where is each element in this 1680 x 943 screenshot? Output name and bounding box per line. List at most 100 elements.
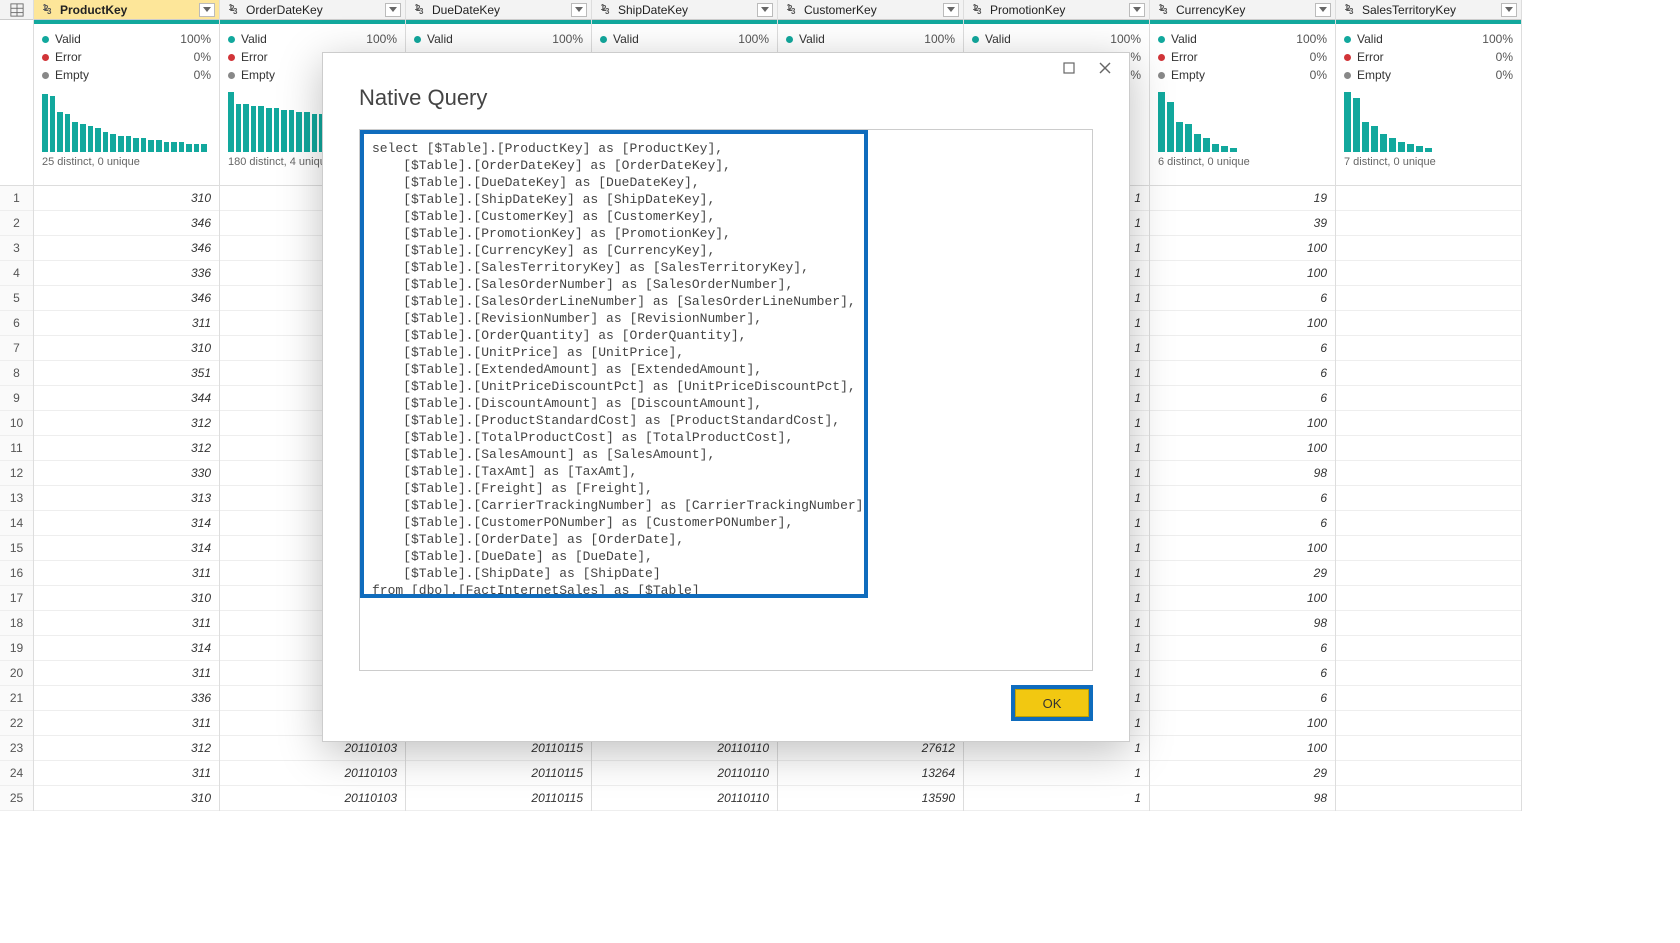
data-cell[interactable]: 20110110 (592, 761, 777, 786)
ok-button[interactable]: OK (1015, 689, 1089, 717)
close-button[interactable] (1091, 57, 1119, 79)
column-header[interactable]: 2CurrencyKey (1150, 0, 1335, 20)
filter-dropdown-button[interactable] (199, 3, 215, 17)
data-cell[interactable]: 351 (34, 361, 219, 386)
column-header[interactable]: 2ShipDateKey (592, 0, 777, 20)
data-cell[interactable]: 20110115 (406, 761, 591, 786)
data-cell[interactable]: 311 (34, 711, 219, 736)
data-cell[interactable]: 1 (964, 786, 1149, 811)
data-cell[interactable]: 313 (34, 486, 219, 511)
data-cell[interactable]: 98 (1150, 786, 1335, 811)
row-number[interactable]: 6 (0, 311, 33, 336)
data-cell[interactable] (1336, 236, 1521, 261)
data-cell[interactable] (1336, 761, 1521, 786)
row-number[interactable]: 3 (0, 236, 33, 261)
data-cell[interactable]: 6 (1150, 486, 1335, 511)
data-cell[interactable] (1336, 261, 1521, 286)
row-number[interactable]: 24 (0, 761, 33, 786)
data-cell[interactable]: 310 (34, 586, 219, 611)
data-cell[interactable]: 346 (34, 236, 219, 261)
maximize-button[interactable] (1055, 57, 1083, 79)
data-cell[interactable]: 336 (34, 686, 219, 711)
data-cell[interactable] (1336, 211, 1521, 236)
data-cell[interactable]: 310 (34, 786, 219, 811)
native-query-text[interactable]: select [$Table].[ProductKey] as [Product… (364, 134, 864, 594)
filter-dropdown-button[interactable] (757, 3, 773, 17)
data-cell[interactable] (1336, 686, 1521, 711)
data-cell[interactable]: 6 (1150, 511, 1335, 536)
data-cell[interactable]: 310 (34, 336, 219, 361)
row-number[interactable]: 20 (0, 661, 33, 686)
data-cell[interactable]: 6 (1150, 286, 1335, 311)
data-cell[interactable]: 20110103 (220, 761, 405, 786)
row-number[interactable]: 2 (0, 211, 33, 236)
data-cell[interactable] (1336, 786, 1521, 811)
data-cell[interactable]: 98 (1150, 611, 1335, 636)
data-cell[interactable] (1336, 536, 1521, 561)
data-cell[interactable]: 314 (34, 636, 219, 661)
data-cell[interactable]: 100 (1150, 736, 1335, 761)
data-cell[interactable]: 311 (34, 761, 219, 786)
row-number[interactable]: 4 (0, 261, 33, 286)
row-number[interactable]: 8 (0, 361, 33, 386)
data-cell[interactable] (1336, 736, 1521, 761)
data-cell[interactable] (1336, 561, 1521, 586)
data-cell[interactable]: 100 (1150, 436, 1335, 461)
row-number[interactable]: 25 (0, 786, 33, 811)
filter-dropdown-button[interactable] (1501, 3, 1517, 17)
data-cell[interactable]: 20110115 (406, 786, 591, 811)
data-cell[interactable]: 6 (1150, 686, 1335, 711)
data-cell[interactable]: 6 (1150, 386, 1335, 411)
data-cell[interactable]: 6 (1150, 336, 1335, 361)
data-cell[interactable]: 311 (34, 611, 219, 636)
data-cell[interactable]: 314 (34, 536, 219, 561)
data-cell[interactable] (1336, 511, 1521, 536)
column-header[interactable]: 2PromotionKey (964, 0, 1149, 20)
data-cell[interactable]: 39 (1150, 211, 1335, 236)
filter-dropdown-button[interactable] (385, 3, 401, 17)
data-cell[interactable]: 330 (34, 461, 219, 486)
data-cell[interactable]: 344 (34, 386, 219, 411)
column-header[interactable]: 2ProductKey (34, 0, 219, 20)
column-header[interactable]: 2OrderDateKey (220, 0, 405, 20)
row-number[interactable]: 15 (0, 536, 33, 561)
row-number[interactable]: 11 (0, 436, 33, 461)
data-cell[interactable]: 314 (34, 511, 219, 536)
data-cell[interactable] (1336, 486, 1521, 511)
data-cell[interactable] (1336, 386, 1521, 411)
data-cell[interactable] (1336, 436, 1521, 461)
data-cell[interactable] (1336, 336, 1521, 361)
row-number[interactable]: 14 (0, 511, 33, 536)
column-header[interactable]: 2CustomerKey (778, 0, 963, 20)
data-cell[interactable] (1336, 411, 1521, 436)
data-cell[interactable]: 1 (964, 761, 1149, 786)
data-cell[interactable]: 20110110 (592, 786, 777, 811)
data-cell[interactable]: 20110103 (220, 786, 405, 811)
row-number[interactable]: 13 (0, 486, 33, 511)
data-cell[interactable]: 311 (34, 661, 219, 686)
data-cell[interactable]: 311 (34, 561, 219, 586)
row-number[interactable]: 16 (0, 561, 33, 586)
data-cell[interactable]: 19 (1150, 186, 1335, 211)
data-cell[interactable] (1336, 711, 1521, 736)
data-cell[interactable] (1336, 586, 1521, 611)
data-cell[interactable]: 311 (34, 311, 219, 336)
data-cell[interactable] (1336, 186, 1521, 211)
row-number[interactable]: 18 (0, 611, 33, 636)
table-icon-cell[interactable] (0, 0, 33, 20)
data-cell[interactable] (1336, 361, 1521, 386)
data-cell[interactable]: 100 (1150, 236, 1335, 261)
data-cell[interactable] (1336, 286, 1521, 311)
row-number[interactable]: 7 (0, 336, 33, 361)
row-number[interactable]: 23 (0, 736, 33, 761)
row-number[interactable]: 9 (0, 386, 33, 411)
row-number[interactable]: 19 (0, 636, 33, 661)
column-header[interactable]: 2SalesTerritoryKey (1336, 0, 1521, 20)
filter-dropdown-button[interactable] (1315, 3, 1331, 17)
data-cell[interactable]: 29 (1150, 561, 1335, 586)
row-number[interactable]: 12 (0, 461, 33, 486)
filter-dropdown-button[interactable] (943, 3, 959, 17)
data-cell[interactable]: 336 (34, 261, 219, 286)
row-number[interactable]: 5 (0, 286, 33, 311)
data-cell[interactable] (1336, 661, 1521, 686)
